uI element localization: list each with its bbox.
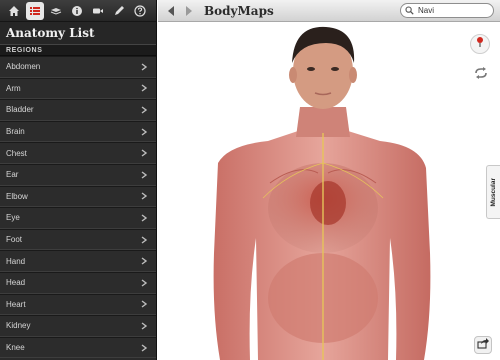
chevron-right-icon [139, 299, 149, 309]
chevron-right-icon [139, 321, 149, 331]
list-item-label: Head [6, 278, 26, 288]
list-item-eye[interactable]: Eye [0, 207, 156, 229]
list-item-abdomen[interactable]: Abdomen [0, 56, 156, 78]
list-item-foot[interactable]: Foot [0, 228, 156, 251]
list-item-label: Arm [6, 83, 21, 93]
list-item-heart[interactable]: Heart [0, 293, 156, 316]
forward-arrow-icon[interactable] [182, 4, 196, 18]
info-icon[interactable] [68, 2, 86, 20]
anatomy-list: Abdomen Arm Bladder Brain Chest Ear Elbo… [0, 56, 156, 359]
back-arrow-icon[interactable] [164, 4, 178, 18]
section-header-regions: REGIONS [0, 44, 156, 56]
list-item-hand[interactable]: Hand [0, 250, 156, 272]
chevron-right-icon [139, 105, 149, 115]
sidebar: Anatomy List REGIONS Abdomen Arm Bladder… [0, 0, 157, 360]
list-item-label: Bladder [6, 105, 34, 115]
chevron-right-icon [139, 148, 149, 158]
list-item-label: Brain [6, 127, 25, 137]
chevron-right-icon [139, 83, 149, 93]
list-item-head[interactable]: Head [0, 271, 156, 294]
list-item-elbow[interactable]: Elbow [0, 185, 156, 208]
list-item-knee[interactable]: Knee [0, 336, 156, 359]
list-item-label: Abdomen [6, 62, 41, 72]
anatomy-model[interactable] [158, 23, 500, 360]
chevron-right-icon [139, 343, 149, 353]
home-icon[interactable] [5, 2, 23, 20]
list-item-ear[interactable]: Ear [0, 163, 156, 186]
chevron-right-icon [139, 278, 149, 288]
share-button[interactable] [474, 336, 492, 354]
sidebar-toolbar [0, 0, 156, 22]
search-value: Navi [418, 6, 435, 15]
list-item-bladder[interactable]: Bladder [0, 99, 156, 121]
list-item-label: Knee [6, 343, 25, 353]
chevron-right-icon [139, 170, 149, 180]
top-bar: BodyMaps Navi [158, 0, 500, 22]
list-item-label: Foot [6, 235, 23, 245]
list-item-label: Eye [6, 213, 20, 223]
list-item-label: Kidney [6, 321, 31, 331]
chevron-right-icon [139, 62, 149, 72]
sidebar-title: Anatomy List [0, 22, 156, 44]
chevron-right-icon [139, 256, 149, 266]
list-icon[interactable] [26, 1, 44, 20]
layer-tab-label: Muscular [490, 177, 497, 207]
pin-button[interactable] [470, 34, 490, 54]
list-item-brain[interactable]: Brain [0, 120, 156, 143]
list-item-chest[interactable]: Chest [0, 142, 156, 164]
main-panel: BodyMaps Navi Muscular [158, 0, 500, 360]
list-item-label: Elbow [6, 191, 28, 201]
anatomy-viewer[interactable]: Muscular [158, 23, 500, 360]
list-item-kidney[interactable]: Kidney [0, 315, 156, 337]
help-icon[interactable] [131, 2, 149, 20]
layer-tab-muscular[interactable]: Muscular [486, 165, 500, 219]
list-item-arm[interactable]: Arm [0, 77, 156, 100]
list-item-label: Chest [6, 148, 27, 158]
pen-icon[interactable] [110, 2, 128, 20]
chevron-right-icon [139, 191, 149, 201]
video-icon[interactable] [89, 2, 107, 20]
rotate-button[interactable] [472, 66, 490, 84]
app-title: BodyMaps [204, 3, 274, 18]
list-item-label: Heart [6, 299, 26, 309]
rotate-icon [473, 66, 489, 84]
search-icon [405, 2, 414, 20]
layers-icon[interactable] [47, 2, 65, 20]
chevron-right-icon [139, 213, 149, 223]
share-icon [477, 336, 489, 354]
list-item-label: Hand [6, 256, 26, 266]
chevron-right-icon [139, 127, 149, 137]
search-input[interactable]: Navi [400, 3, 494, 18]
list-item-label: Ear [6, 170, 19, 180]
pin-icon [475, 35, 485, 53]
chevron-right-icon [139, 235, 149, 245]
